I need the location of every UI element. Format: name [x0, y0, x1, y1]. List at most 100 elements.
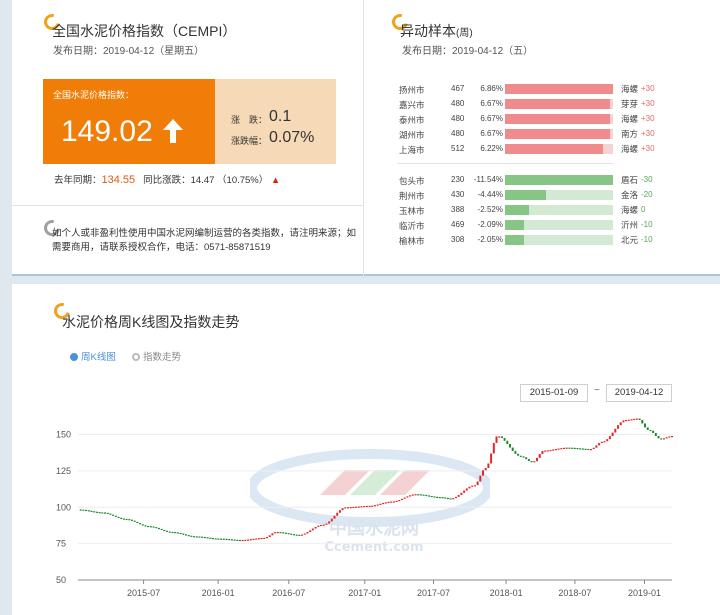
- candle-down: [573, 447, 576, 450]
- candle-down: [298, 534, 301, 537]
- candle-down: [284, 532, 287, 534]
- candle-up: [357, 506, 360, 508]
- x-tick-label: 2018-07: [558, 588, 591, 598]
- candle-up: [608, 436, 611, 440]
- candle-down: [133, 520, 136, 522]
- candle-up: [465, 488, 468, 491]
- candle-up: [336, 512, 339, 516]
- weekly-k-chart: 50 75 100 125 150 2015-07 2016-01 2016-07 2017-0…: [56, 418, 673, 598]
- candle-up: [274, 532, 277, 534]
- candle-down: [109, 513, 112, 515]
- candle-up: [384, 502, 387, 504]
- candle-down: [128, 519, 131, 521]
- candle-up: [495, 436, 498, 443]
- candle-up: [476, 481, 479, 486]
- candle-up: [409, 495, 412, 497]
- candle-down: [95, 511, 98, 513]
- candle-down: [217, 538, 220, 540]
- candle-down: [587, 448, 590, 451]
- candle-up: [365, 505, 368, 508]
- candle-up: [565, 447, 568, 449]
- candle-up: [484, 467, 487, 471]
- candle-up: [625, 419, 628, 422]
- candle-down: [114, 515, 117, 517]
- candle-up: [379, 503, 382, 505]
- candle-down: [131, 519, 133, 521]
- candle-up: [406, 496, 409, 498]
- candle-up: [330, 518, 333, 522]
- candle-down: [506, 440, 509, 445]
- candle-down: [152, 526, 155, 528]
- candle-up: [457, 494, 460, 497]
- candle-up: [255, 538, 258, 540]
- candle-down: [228, 539, 231, 541]
- candle-up: [268, 535, 271, 538]
- candle-up: [455, 496, 457, 499]
- candle-up: [306, 532, 309, 534]
- candle-up: [252, 538, 255, 540]
- candle-up: [633, 418, 636, 420]
- candle-up: [592, 447, 595, 450]
- candle-down: [579, 448, 582, 450]
- candle-up: [541, 451, 544, 454]
- candle-down: [568, 447, 571, 449]
- candle-up: [317, 525, 320, 527]
- candle-up: [403, 497, 406, 499]
- candle-down: [195, 536, 198, 538]
- x-tick-label: 2017-07: [417, 588, 450, 598]
- candle-up: [557, 448, 560, 450]
- candle-down: [509, 444, 511, 448]
- candle-up: [665, 437, 668, 439]
- candle-down: [185, 534, 187, 536]
- candle-up: [482, 470, 484, 476]
- candle-up: [363, 505, 366, 508]
- candle-down: [171, 531, 174, 534]
- candle-down: [430, 495, 433, 498]
- candle-down: [422, 494, 425, 496]
- candle-down: [106, 512, 109, 515]
- candle-down: [141, 524, 144, 526]
- candle-down: [649, 429, 652, 432]
- y-tick-label: 150: [56, 430, 71, 440]
- x-tick-label: 2017-01: [348, 588, 381, 598]
- candle-up: [544, 450, 547, 452]
- candle-up: [617, 425, 619, 429]
- candle-up: [560, 448, 563, 450]
- candle-up: [390, 501, 393, 503]
- candle-up: [398, 499, 401, 502]
- candle-down: [576, 448, 579, 450]
- candle-up: [322, 524, 325, 526]
- candle-down: [225, 538, 228, 540]
- candle-down: [198, 536, 201, 538]
- candle-down: [147, 525, 150, 528]
- candle-up: [355, 506, 358, 508]
- candle-down: [182, 533, 185, 535]
- candle-down: [233, 539, 236, 541]
- candle-up: [301, 534, 304, 536]
- candle-down: [222, 538, 225, 540]
- candle-up: [249, 539, 252, 541]
- candle-up: [309, 530, 312, 533]
- candle-up: [554, 449, 557, 451]
- candle-down: [176, 532, 179, 534]
- candle-up: [349, 507, 352, 509]
- candle-down: [417, 494, 420, 496]
- candle-up: [371, 505, 374, 507]
- candle-up: [401, 498, 403, 500]
- candle-down: [149, 526, 152, 528]
- candle-up: [536, 457, 538, 462]
- candle-down: [514, 450, 517, 454]
- candle-down: [206, 537, 209, 539]
- candle-up: [490, 453, 493, 464]
- candle-up: [271, 533, 274, 536]
- candle-up: [471, 485, 474, 487]
- candle-up: [414, 494, 417, 496]
- candle-up: [671, 436, 673, 438]
- candle-up: [627, 419, 630, 421]
- candle-up: [314, 526, 317, 529]
- candle-down: [104, 512, 106, 514]
- candle-down: [163, 529, 166, 532]
- candle-down: [584, 448, 587, 450]
- y-tick-label: 125: [56, 466, 71, 476]
- candle-down: [425, 494, 428, 497]
